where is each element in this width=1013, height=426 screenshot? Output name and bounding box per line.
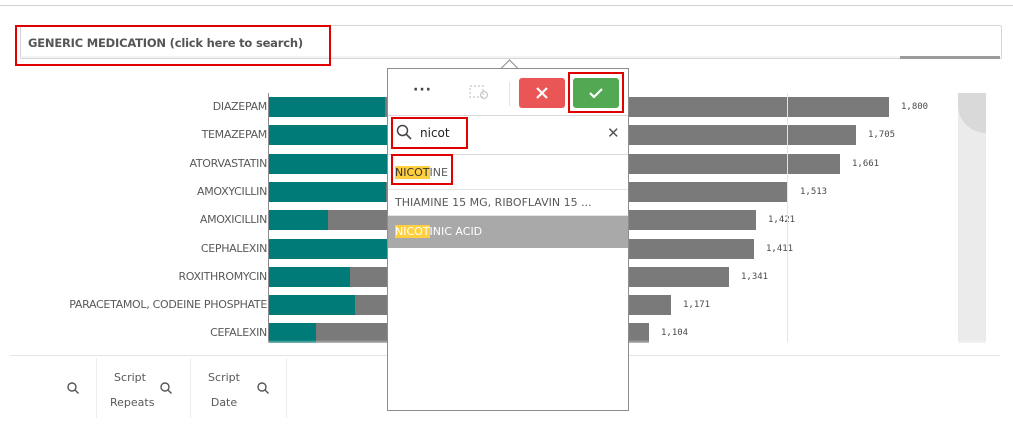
column-header-script-repeats-line1[interactable]: Script: [110, 371, 150, 384]
toolbar-separator: [509, 82, 510, 106]
top-divider: [0, 5, 1013, 6]
bar-value-label: 1,104: [661, 328, 689, 339]
cancel-selection-button[interactable]: [519, 78, 565, 108]
search-icon[interactable]: [256, 381, 270, 395]
column-header-script-date-line1[interactable]: Script: [204, 371, 244, 384]
category-label[interactable]: PARACETAMOL, CODEINE PHOSPHATE: [69, 298, 267, 311]
bar-selected[interactable]: [269, 295, 355, 316]
bar-value-label: 1,171: [683, 300, 711, 311]
bar-value-label: 1,421: [768, 215, 796, 226]
category-label[interactable]: AMOXICILLIN: [200, 213, 267, 226]
category-label[interactable]: ATORVASTATIN: [189, 157, 267, 170]
bar-selected[interactable]: [269, 266, 350, 287]
category-label[interactable]: CEPHALEXIN: [201, 242, 267, 255]
search-icon[interactable]: [159, 381, 173, 395]
bar-value-label: 1,513: [800, 186, 828, 197]
column-header-script-repeats-line2[interactable]: Repeats: [110, 396, 154, 409]
popup-list-item[interactable]: NICOTINIC ACID: [388, 216, 628, 248]
annotation-highlight-filter: [15, 25, 331, 66]
bar-value-label: 1,705: [868, 130, 896, 141]
category-label[interactable]: DIAZEPAM: [213, 100, 268, 113]
bar-selected[interactable]: [269, 210, 328, 231]
category-label[interactable]: AMOXYCILLIN: [197, 185, 267, 198]
lock-selection-icon[interactable]: [468, 83, 490, 101]
chart-axis: [268, 93, 269, 343]
column-separator: [96, 358, 97, 418]
bar-value-label: 1,800: [901, 102, 929, 112]
category-label[interactable]: CEFALEXIN: [210, 326, 267, 339]
list-item-label: INIC ACID: [429, 225, 483, 238]
bar-selected[interactable]: [269, 153, 389, 174]
chart-gridline: [787, 93, 788, 343]
category-label[interactable]: ROXITHROMYCIN: [178, 270, 267, 283]
bar-selected[interactable]: [269, 181, 386, 202]
bar-value-label: 1,341: [741, 271, 769, 282]
popup-list-item[interactable]: THIAMINE 15 MG, RIBOFLAVIN 15 ...: [388, 190, 628, 216]
close-icon: [536, 87, 548, 99]
bar-selected[interactable]: [269, 125, 387, 146]
more-options-button[interactable]: ···: [413, 82, 432, 98]
bar-selected[interactable]: [269, 97, 385, 117]
bar-selected[interactable]: [269, 238, 387, 259]
clear-search-icon[interactable]: ✕: [607, 124, 620, 142]
annotation-highlight-confirm: [568, 72, 624, 113]
filter-selection-bar: [900, 56, 1000, 59]
popup-divider: [388, 115, 628, 116]
column-separator: [190, 358, 191, 418]
bar-value-label: 1,411: [766, 243, 794, 254]
search-icon[interactable]: [66, 381, 80, 395]
list-item-label: THIAMINE 15 MG, RIBOFLAVIN 15 ...: [395, 196, 592, 209]
annotation-highlight-nicotine: [391, 154, 453, 185]
column-separator: [286, 358, 287, 418]
search-match-highlight: NICOT: [395, 225, 430, 238]
category-label[interactable]: TEMAZEPAM: [202, 128, 268, 141]
bar-value-label: 1,661: [852, 158, 880, 169]
annotation-highlight-search: [391, 117, 468, 149]
column-header-script-date-line2[interactable]: Date: [204, 396, 244, 409]
